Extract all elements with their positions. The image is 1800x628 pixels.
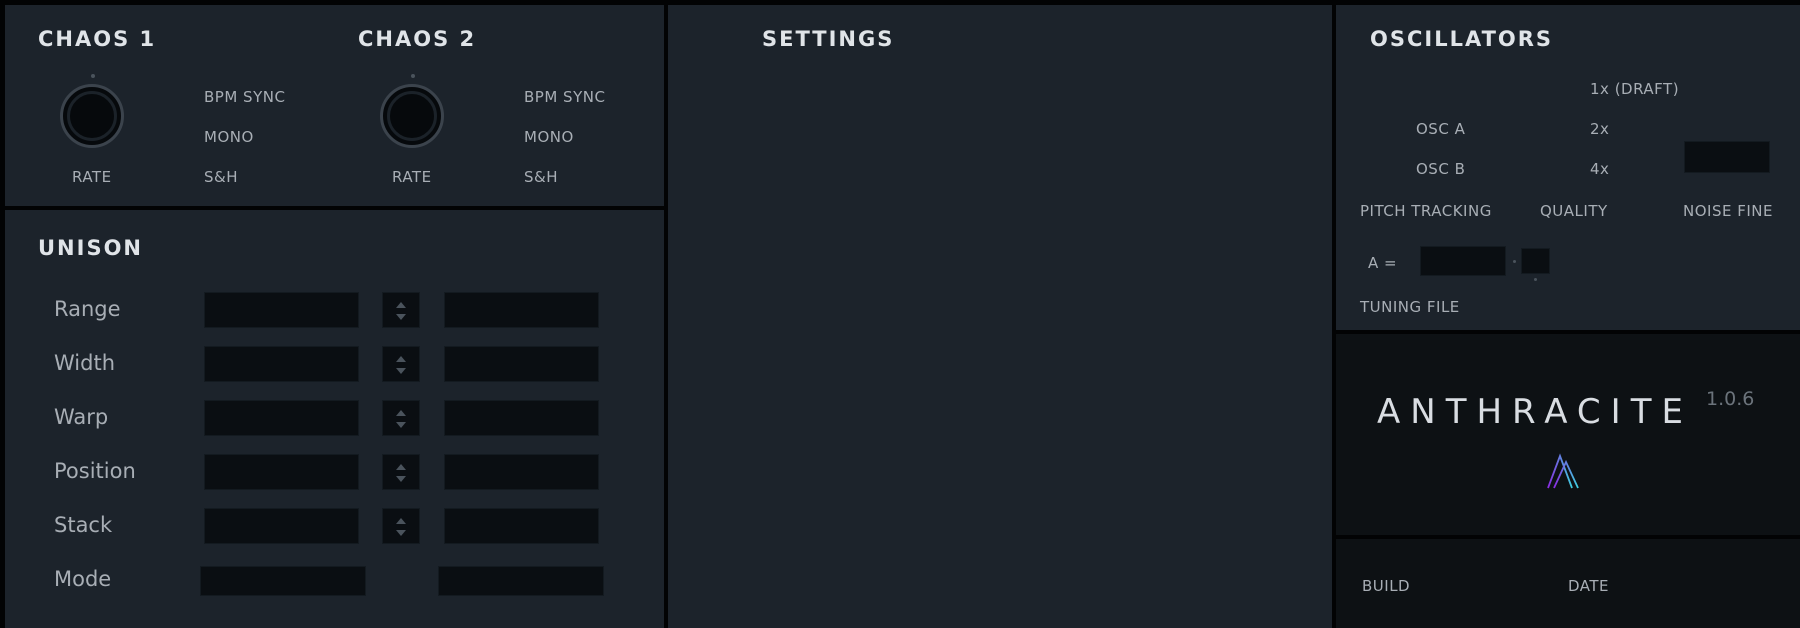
chevron-up-icon [396,302,406,308]
tuning-fine-input[interactable] [1521,248,1550,274]
chevron-up-icon [396,410,406,416]
unison-width-value-a[interactable] [204,346,359,382]
tuning-frequency-input[interactable] [1420,246,1506,276]
tuning-separator-dot [1513,260,1516,263]
brand-title: ANTHRACITE [1377,392,1693,432]
chaos2-rate-label: RATE [392,168,432,186]
unison-title: UNISON [38,236,143,260]
a-equals-label: A = [1368,254,1398,272]
unison-range-value-a[interactable] [204,292,359,328]
chaos2-bpm-sync-toggle[interactable]: BPM SYNC [524,88,605,106]
quality-option-2x[interactable]: 2x [1590,120,1609,138]
unison-stack-value-b[interactable] [444,508,599,544]
chaos1-rate-indicator [91,74,95,78]
chaos-panel: CHAOS 1 RATE BPM SYNC MONO S&H CHAOS 2 R… [5,5,664,206]
chaos2-rate-indicator [411,74,415,78]
chevron-down-icon [396,314,406,320]
oscillators-panel: OSCILLATORS 1x (DRAFT) OSC A 2x OSC B 4x… [1336,5,1800,330]
unison-warp-value-b[interactable] [444,400,599,436]
chaos1-sh-toggle[interactable]: S&H [204,168,238,186]
quality-option-draft[interactable]: 1x (DRAFT) [1590,80,1679,98]
unison-mode-select-b[interactable] [438,566,604,596]
settings-title: SETTINGS [762,27,895,51]
chevron-up-icon [396,356,406,362]
settings-panel: SETTINGS [668,5,1332,628]
chevron-up-icon [396,464,406,470]
noise-fine-control[interactable] [1684,141,1770,173]
unison-warp-label: Warp [54,405,109,429]
pitch-tracking-label: PITCH TRACKING [1360,202,1492,220]
oscillators-title: OSCILLATORS [1370,27,1554,51]
unison-panel: UNISON Range Width Warp Position Stack M… [5,210,664,628]
chaos1-title: CHAOS 1 [38,27,157,51]
chaos1-rate-knob[interactable] [60,84,124,148]
unison-width-stepper[interactable] [382,346,420,382]
tuning-file-button[interactable]: TUNING FILE [1360,298,1460,316]
unison-stack-label: Stack [54,513,113,537]
chaos2-mono-toggle[interactable]: MONO [524,128,574,146]
chaos2-rate-knob[interactable] [380,84,444,148]
build-info-panel: BUILD DATE [1336,539,1800,628]
chevron-down-icon [396,476,406,482]
date-label: DATE [1568,577,1610,595]
unison-position-stepper[interactable] [382,454,420,490]
osc-a-toggle[interactable]: OSC A [1416,120,1465,138]
build-label: BUILD [1362,577,1411,595]
unison-stack-stepper[interactable] [382,508,420,544]
chevron-down-icon [396,530,406,536]
unison-range-value-b[interactable] [444,292,599,328]
chevron-down-icon [396,422,406,428]
quality-label: QUALITY [1540,202,1608,220]
unison-range-label: Range [54,297,121,321]
chaos1-rate-label: RATE [72,168,112,186]
unison-width-label: Width [54,351,116,375]
unison-position-value-b[interactable] [444,454,599,490]
osc-b-toggle[interactable]: OSC B [1416,160,1465,178]
chaos2-sh-toggle[interactable]: S&H [524,168,558,186]
version-label: 1.0.6 [1706,388,1755,410]
unison-mode-label: Mode [54,567,112,591]
brand-panel: ANTHRACITE 1.0.6 [1336,334,1800,535]
unison-warp-stepper[interactable] [382,400,420,436]
unison-stack-value-a[interactable] [204,508,359,544]
unison-position-label: Position [54,459,136,483]
anthracite-logo-icon [1547,453,1579,489]
noise-fine-label: NOISE FINE [1683,202,1773,220]
unison-warp-value-a[interactable] [204,400,359,436]
unison-mode-select-a[interactable] [200,566,366,596]
chaos1-mono-toggle[interactable]: MONO [204,128,254,146]
chaos2-title: CHAOS 2 [358,27,477,51]
unison-width-value-b[interactable] [444,346,599,382]
chevron-up-icon [396,518,406,524]
chevron-down-icon [396,368,406,374]
tuning-fine-indicator [1534,278,1537,281]
unison-position-value-a[interactable] [204,454,359,490]
quality-option-4x[interactable]: 4x [1590,160,1609,178]
unison-range-stepper[interactable] [382,292,420,328]
chaos1-bpm-sync-toggle[interactable]: BPM SYNC [204,88,285,106]
